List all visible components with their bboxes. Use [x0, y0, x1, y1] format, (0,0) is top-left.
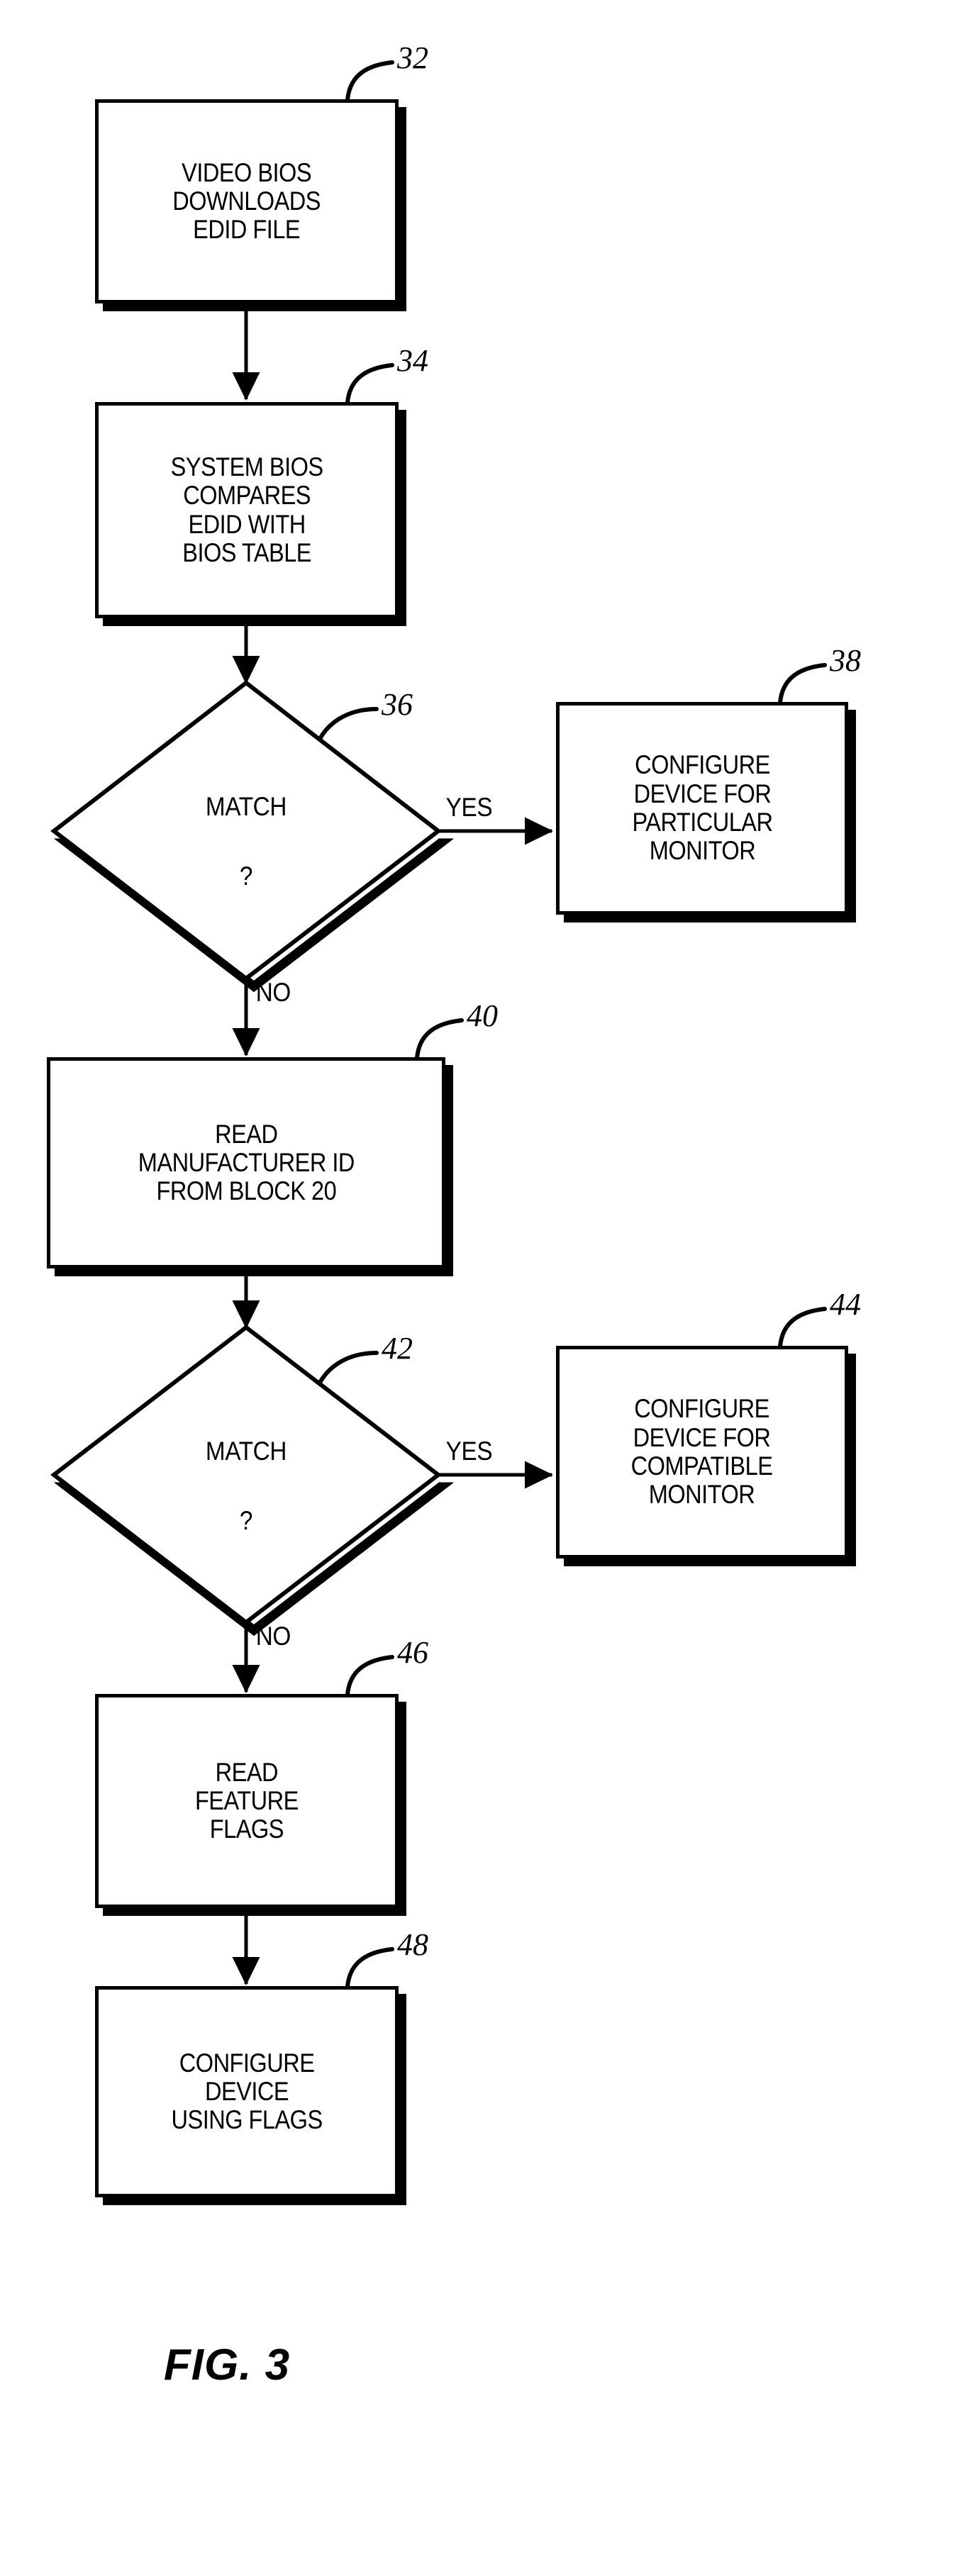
branch-label-no-36: NO — [255, 978, 291, 1007]
reference-numeral-36: 36 — [382, 687, 413, 722]
process-box-44: CONFIGURE DEVICE FOR COMPATIBLE MONITOR — [556, 1346, 848, 1559]
leader-line-38 — [778, 663, 827, 705]
figure-caption: FIG. 3 — [163, 2341, 291, 2390]
decision-36: MATCH ? — [54, 683, 438, 979]
process-box-38-label: CONFIGURE DEVICE FOR PARTICULAR MONITOR — [632, 750, 773, 866]
reference-numeral-40: 40 — [467, 998, 498, 1033]
leader-line-32 — [345, 60, 394, 102]
leader-line-34 — [345, 363, 394, 405]
process-box-46-label: READ FEATURE FLAGS — [195, 1757, 299, 1844]
reference-numeral-44: 44 — [830, 1287, 861, 1322]
branch-label-yes-42: YES — [445, 1437, 493, 1466]
process-box-46: READ FEATURE FLAGS — [95, 1694, 399, 1908]
branch-label-yes-36: YES — [445, 793, 493, 822]
leader-line-48 — [345, 1947, 394, 1989]
leader-line-44 — [778, 1307, 827, 1349]
patent-figure: VIDEO BIOS DOWNLOADS EDID FILE SYSTEM BI… — [0, 0, 973, 2576]
reference-numeral-38: 38 — [830, 643, 861, 678]
decision-42-question-mark: ? — [239, 1506, 253, 1535]
decision-36-question-mark: ? — [239, 862, 253, 891]
reference-numeral-48: 48 — [397, 1927, 428, 1962]
process-box-32: VIDEO BIOS DOWNLOADS EDID FILE — [95, 99, 399, 303]
leader-line-40 — [415, 1018, 464, 1060]
process-box-34: SYSTEM BIOS COMPARES EDID WITH BIOS TABL… — [95, 402, 399, 618]
leader-line-46 — [345, 1655, 394, 1697]
decision-42-label: MATCH — [205, 1437, 287, 1466]
process-box-48-label: CONFIGURE DEVICE USING FLAGS — [171, 2048, 323, 2135]
process-box-34-label: SYSTEM BIOS COMPARES EDID WITH BIOS TABL… — [170, 452, 323, 567]
reference-numeral-42: 42 — [382, 1331, 413, 1366]
process-box-44-label: CONFIGURE DEVICE FOR COMPATIBLE MONITOR — [631, 1394, 773, 1510]
reference-numeral-32: 32 — [397, 40, 428, 75]
decision-36-label: MATCH — [205, 792, 287, 821]
process-box-40: READ MANUFACTURER ID FROM BLOCK 20 — [47, 1057, 445, 1269]
branch-label-no-42: NO — [255, 1622, 291, 1651]
reference-numeral-34: 34 — [397, 343, 428, 378]
process-box-48: CONFIGURE DEVICE USING FLAGS — [95, 1986, 399, 2197]
decision-42: MATCH ? — [54, 1327, 438, 1624]
process-box-32-label: VIDEO BIOS DOWNLOADS EDID FILE — [172, 157, 321, 245]
reference-numeral-46: 46 — [397, 1635, 428, 1670]
process-box-38: CONFIGURE DEVICE FOR PARTICULAR MONITOR — [556, 702, 848, 915]
process-box-40-label: READ MANUFACTURER ID FROM BLOCK 20 — [138, 1119, 355, 1206]
